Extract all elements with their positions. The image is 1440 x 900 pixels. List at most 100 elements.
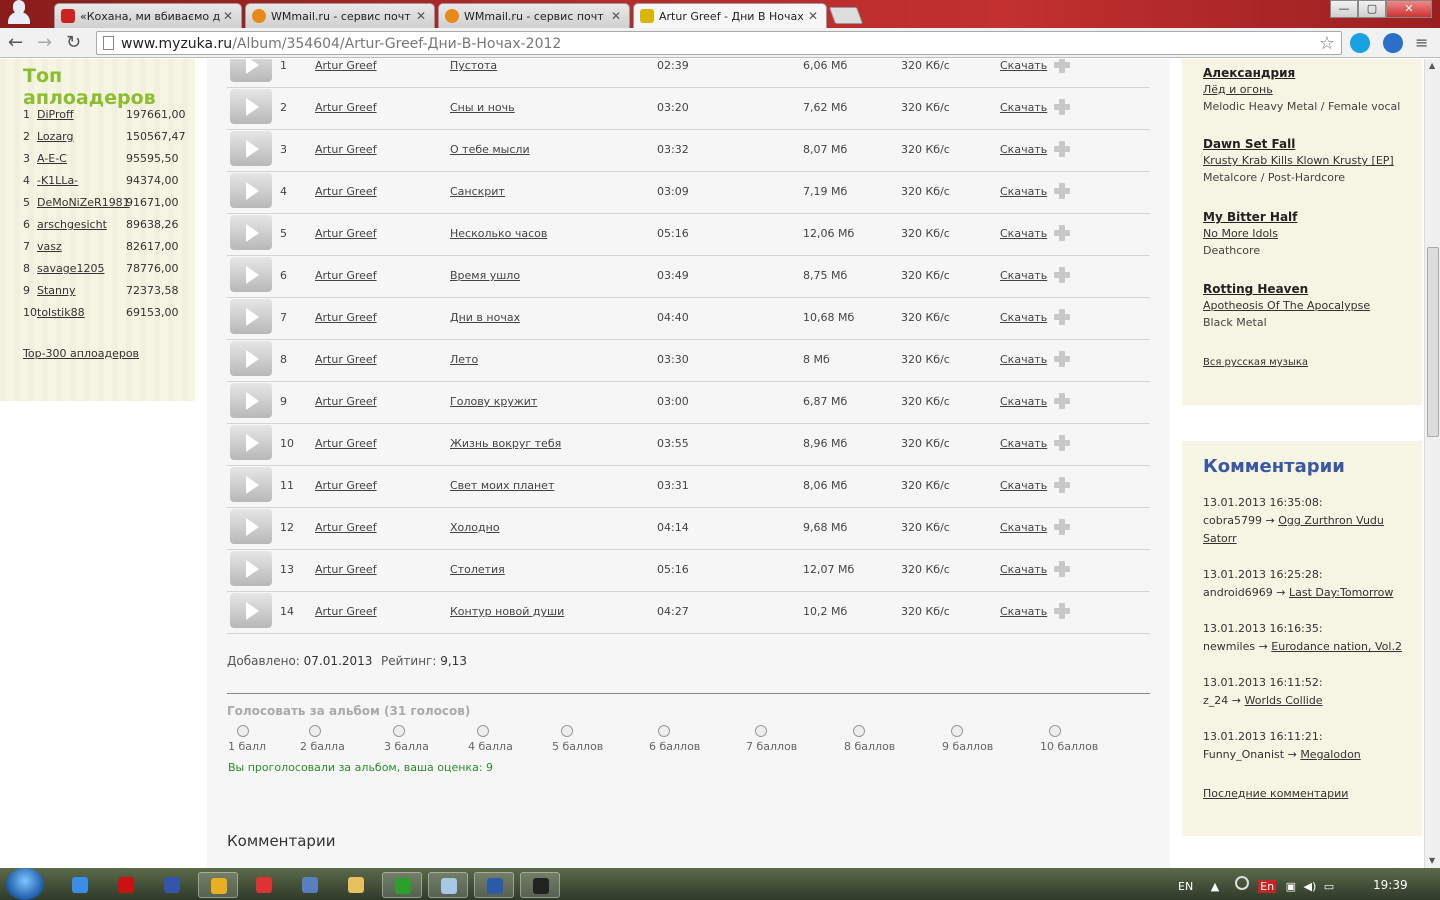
taskbar-app-button[interactable] xyxy=(198,872,238,898)
play-button-icon[interactable] xyxy=(230,131,272,166)
vote-option[interactable]: 4 балла xyxy=(468,725,513,753)
clock[interactable]: 19:39 xyxy=(1373,878,1408,892)
track-title-link[interactable]: Столетия xyxy=(450,563,505,576)
taskbar-app-button[interactable] xyxy=(382,872,422,898)
radio-button[interactable] xyxy=(237,725,249,737)
play-button-icon[interactable] xyxy=(230,383,272,418)
start-button[interactable] xyxy=(6,868,44,900)
taskbar-app-button[interactable] xyxy=(152,872,192,898)
play-button-icon[interactable] xyxy=(230,173,272,208)
uploader-link[interactable]: -K1LLa- xyxy=(37,174,78,187)
radio-button[interactable] xyxy=(309,725,321,737)
scroll-down-icon[interactable]: ▼ xyxy=(1429,856,1435,865)
comment-target-link[interactable]: Last Day:Tomorrow xyxy=(1289,586,1393,599)
radio-button[interactable] xyxy=(853,725,865,737)
track-artist-link[interactable]: Artur Greef xyxy=(315,101,377,114)
download-link[interactable]: Скачать xyxy=(1000,227,1047,240)
download-link[interactable]: Скачать xyxy=(1000,59,1047,72)
download-link[interactable]: Скачать xyxy=(1000,143,1047,156)
track-artist-link[interactable]: Artur Greef xyxy=(315,311,377,324)
download-link[interactable]: Скачать xyxy=(1000,521,1047,534)
add-to-playlist-icon[interactable] xyxy=(1054,435,1070,451)
taskbar-app-button[interactable] xyxy=(428,872,468,898)
tab-wmmail-1[interactable]: WMmail.ru - сервис почт ✕ xyxy=(245,3,435,28)
tab-close-icon[interactable]: ✕ xyxy=(414,9,428,23)
back-arrow-icon[interactable]: ← xyxy=(8,32,23,54)
tab-close-icon[interactable]: ✕ xyxy=(806,9,820,23)
uploader-link[interactable]: Stanny xyxy=(37,284,76,297)
tab-close-icon[interactable]: ✕ xyxy=(609,9,623,23)
add-to-playlist-icon[interactable] xyxy=(1054,267,1070,283)
download-link[interactable]: Скачать xyxy=(1000,311,1047,324)
keyboard-layout-icon[interactable]: En xyxy=(1258,880,1277,893)
track-title-link[interactable]: Несколько часов xyxy=(450,227,547,240)
play-button-icon[interactable] xyxy=(230,59,272,82)
track-artist-link[interactable]: Artur Greef xyxy=(315,227,377,240)
add-to-playlist-icon[interactable] xyxy=(1054,141,1070,157)
download-link[interactable]: Скачать xyxy=(1000,269,1047,282)
track-title-link[interactable]: Дни в ночах xyxy=(450,311,520,324)
radio-button[interactable] xyxy=(477,725,489,737)
play-button-icon[interactable] xyxy=(230,257,272,292)
track-title-link[interactable]: О тебе мысли xyxy=(450,143,530,156)
comment-target-link[interactable]: Worlds Collide xyxy=(1245,694,1323,707)
taskbar-app-button[interactable] xyxy=(106,872,146,898)
release-album-link[interactable]: Apotheosis Of The Apocalypse xyxy=(1203,299,1370,312)
user-profile-icon[interactable] xyxy=(8,0,30,24)
download-link[interactable]: Скачать xyxy=(1000,479,1047,492)
tab-wmmail-2[interactable]: WMmail.ru - сервис почт ✕ xyxy=(438,3,630,28)
top300-uploaders-link[interactable]: Top-300 аплоадеров xyxy=(23,347,139,360)
forward-arrow-icon[interactable]: → xyxy=(37,32,52,54)
vote-option[interactable]: 6 баллов xyxy=(649,725,700,753)
play-button-icon[interactable] xyxy=(230,593,272,628)
track-title-link[interactable]: Холодно xyxy=(450,521,500,534)
tab-active-album[interactable]: Artur Greef - Дни В Ночах ✕ xyxy=(633,3,827,28)
tray-arrow-icon[interactable]: ▲ xyxy=(1211,880,1219,893)
skype-icon[interactable] xyxy=(1350,33,1370,53)
maximize-button[interactable]: ▢ xyxy=(1358,0,1386,18)
radio-button[interactable] xyxy=(393,725,405,737)
add-to-playlist-icon[interactable] xyxy=(1054,519,1070,535)
add-to-playlist-icon[interactable] xyxy=(1054,99,1070,115)
vote-option[interactable]: 7 баллов xyxy=(746,725,797,753)
track-artist-link[interactable]: Artur Greef xyxy=(315,605,377,618)
track-artist-link[interactable]: Artur Greef xyxy=(315,479,377,492)
comment-target-link[interactable]: Eurodance nation, Vol.2 xyxy=(1271,640,1402,653)
vote-option[interactable]: 2 балла xyxy=(300,725,345,753)
vote-option[interactable]: 3 балла xyxy=(384,725,429,753)
track-title-link[interactable]: Сны и ночь xyxy=(450,101,515,114)
download-link[interactable]: Скачать xyxy=(1000,563,1047,576)
monitor-icon[interactable]: ▭ xyxy=(1324,880,1334,893)
play-button-icon[interactable] xyxy=(230,89,272,124)
new-tab-button[interactable] xyxy=(828,7,864,24)
menu-icon[interactable]: ≡ xyxy=(1415,32,1428,54)
add-to-playlist-icon[interactable] xyxy=(1054,351,1070,367)
minimize-button[interactable]: — xyxy=(1330,0,1358,18)
download-link[interactable]: Скачать xyxy=(1000,605,1047,618)
all-russian-music-link[interactable]: Вся русская музыка xyxy=(1203,357,1308,368)
network-icon[interactable]: ▣ xyxy=(1286,880,1296,893)
play-button-icon[interactable] xyxy=(230,215,272,250)
track-title-link[interactable]: Жизнь вокруг тебя xyxy=(450,437,561,450)
track-title-link[interactable]: Время ушло xyxy=(450,269,520,282)
release-band-link[interactable]: My Bitter Half xyxy=(1203,210,1297,224)
track-title-link[interactable]: Контур новой души xyxy=(450,605,564,618)
track-artist-link[interactable]: Artur Greef xyxy=(315,59,377,72)
track-title-link[interactable]: Голову кружит xyxy=(450,395,537,408)
add-to-playlist-icon[interactable] xyxy=(1054,59,1070,73)
release-band-link[interactable]: Dawn Set Fall xyxy=(1203,137,1295,151)
last-comments-link[interactable]: Последние комментарии xyxy=(1203,787,1348,800)
uploader-link[interactable]: arschgesicht xyxy=(37,218,107,231)
track-artist-link[interactable]: Artur Greef xyxy=(315,437,377,450)
download-link[interactable]: Скачать xyxy=(1000,437,1047,450)
radio-button[interactable] xyxy=(1049,725,1061,737)
taskbar-app-button[interactable] xyxy=(520,872,560,898)
language-indicator[interactable]: EN xyxy=(1178,880,1193,893)
uploader-link[interactable]: savage1205 xyxy=(37,262,104,275)
taskbar-app-button[interactable] xyxy=(244,872,284,898)
play-button-icon[interactable] xyxy=(230,551,272,586)
tab-youtube[interactable]: «Кохана, ми вбиваємо ді ✕ xyxy=(54,3,242,28)
add-to-playlist-icon[interactable] xyxy=(1054,309,1070,325)
address-bar[interactable]: www.myzuka.ru/Album/354604/Artur-Greef-Д… xyxy=(96,31,1342,55)
track-artist-link[interactable]: Artur Greef xyxy=(315,185,377,198)
